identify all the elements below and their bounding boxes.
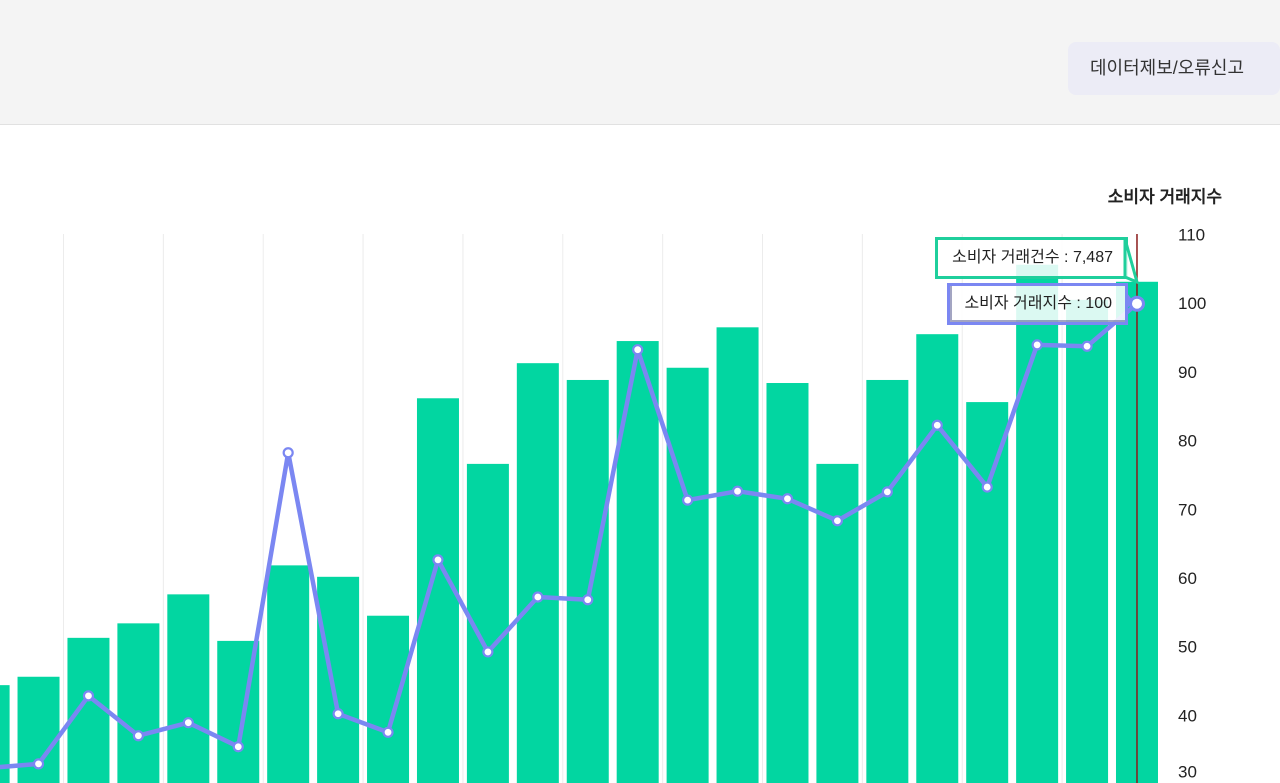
tooltip-value: 100 bbox=[1085, 295, 1112, 312]
y2-tick-label: 110 bbox=[1178, 226, 1205, 245]
index-point[interactable] bbox=[881, 486, 893, 498]
index-point[interactable] bbox=[1081, 340, 1093, 352]
index-point[interactable] bbox=[182, 717, 194, 729]
index-point[interactable] bbox=[1031, 339, 1043, 351]
index-point[interactable] bbox=[332, 708, 344, 720]
index-point[interactable] bbox=[682, 494, 694, 506]
index-point[interactable] bbox=[731, 485, 744, 497]
index-point[interactable] bbox=[232, 741, 244, 753]
tooltip-count: 소비자 거래건수 : 7,487 bbox=[935, 237, 1128, 279]
index-point[interactable] bbox=[282, 447, 294, 459]
index-point[interactable] bbox=[82, 690, 95, 702]
y2-tick-label: 100 bbox=[1178, 294, 1206, 313]
count-bar[interactable] bbox=[716, 327, 759, 783]
count-bar[interactable] bbox=[916, 334, 959, 783]
index-point[interactable] bbox=[482, 646, 494, 658]
y2-tick-label: 30 bbox=[1178, 763, 1197, 782]
count-bar[interactable] bbox=[267, 565, 310, 783]
y2-axis-title: 소비자 거래지수 bbox=[1108, 188, 1223, 207]
combo-chart: 소비자 거래지수 110 100 90 80 70 60 50 40 30 bbox=[0, 188, 1223, 783]
tooltip-separator: : bbox=[1071, 295, 1086, 312]
count-bar[interactable] bbox=[1066, 299, 1109, 783]
index-point[interactable] bbox=[831, 515, 844, 527]
count-bar[interactable] bbox=[666, 367, 709, 783]
count-bars bbox=[0, 264, 1158, 783]
count-bar[interactable] bbox=[367, 615, 410, 783]
top-bar: 데이터제보/오류신고 bbox=[0, 0, 1280, 125]
index-point[interactable] bbox=[931, 419, 943, 431]
count-bar[interactable] bbox=[117, 623, 160, 783]
tooltip-separator: : bbox=[1059, 249, 1073, 266]
index-point[interactable] bbox=[781, 493, 794, 505]
count-bar[interactable] bbox=[317, 576, 360, 783]
index-point[interactable] bbox=[432, 554, 444, 566]
y2-tick-label: 90 bbox=[1178, 363, 1197, 382]
index-point[interactable] bbox=[382, 726, 394, 738]
index-point[interactable] bbox=[632, 344, 644, 356]
index-point[interactable] bbox=[32, 758, 45, 770]
index-point[interactable] bbox=[132, 730, 144, 742]
tooltip-index: 소비자 거래지수 : 100 bbox=[947, 283, 1128, 325]
tooltip-value: 7,487 bbox=[1072, 249, 1113, 266]
index-point[interactable] bbox=[981, 481, 993, 493]
report-error-button[interactable]: 데이터제보/오류신고 bbox=[1068, 42, 1280, 95]
count-bar[interactable] bbox=[167, 594, 210, 783]
index-point[interactable] bbox=[532, 591, 544, 603]
count-bar[interactable] bbox=[966, 402, 1009, 783]
y2-tick-label: 70 bbox=[1178, 500, 1197, 519]
tooltip-series-name: 소비자 거래건수 bbox=[952, 249, 1060, 266]
grid-lines bbox=[62, 234, 1063, 783]
count-bar[interactable] bbox=[566, 379, 609, 783]
y2-tick-label: 80 bbox=[1178, 432, 1197, 451]
count-bar[interactable] bbox=[516, 363, 559, 783]
count-bar[interactable] bbox=[766, 383, 809, 783]
index-point[interactable] bbox=[582, 594, 594, 606]
y2-tick-label: 50 bbox=[1178, 638, 1197, 657]
y2-tick-label: 40 bbox=[1178, 706, 1197, 725]
count-bar[interactable] bbox=[866, 379, 909, 783]
count-bar[interactable] bbox=[616, 341, 659, 783]
tooltip-series-name: 소비자 거래지수 bbox=[964, 295, 1072, 312]
y2-tick-label: 60 bbox=[1178, 569, 1197, 588]
